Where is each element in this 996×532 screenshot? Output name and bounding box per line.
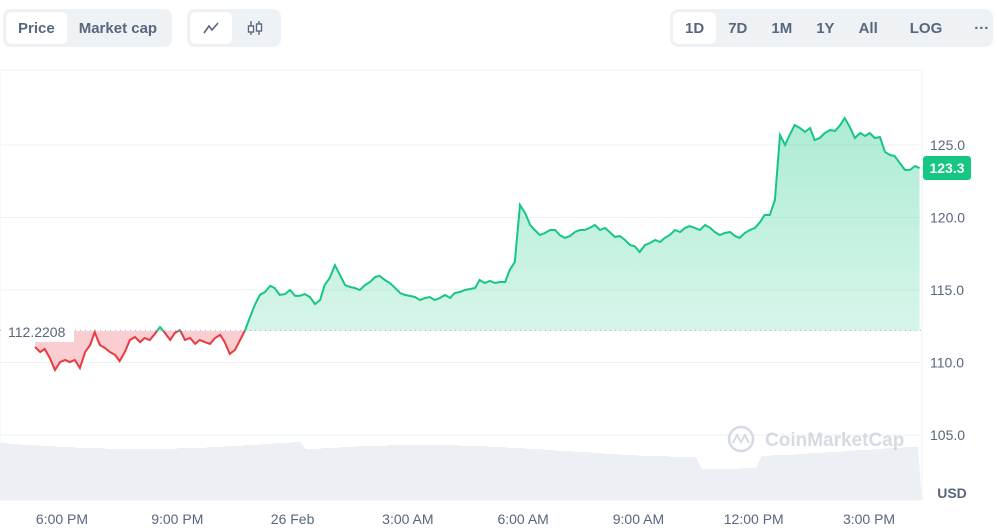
y-tick-label: 125.0: [930, 137, 965, 153]
current-price-label: 123.3: [929, 160, 964, 176]
y-tick-label: 105.0: [930, 427, 965, 443]
price-chart[interactable]: CoinMarketCap 112.2208 105.0 110.0 115.0 12…: [0, 0, 996, 532]
coinmarketcap-logo-icon: [727, 425, 755, 453]
y-tick-label: 110.0: [930, 355, 964, 371]
y-tick-label: 120.0: [930, 210, 965, 226]
x-tick-label: 9:00 AM: [613, 511, 664, 527]
x-tick-label: 6:00 AM: [497, 511, 548, 527]
x-tick-label: 3:00 AM: [382, 511, 433, 527]
reference-price-label: 112.2208: [8, 324, 66, 340]
watermark: CoinMarketCap: [727, 425, 904, 453]
x-tick-label: 9:00 PM: [151, 511, 203, 527]
x-tick-label: 12:00 PM: [724, 511, 784, 527]
x-tick-label: 26 Feb: [271, 511, 315, 527]
x-tick-label: 3:00 PM: [843, 511, 895, 527]
x-tick-label: 6:00 PM: [36, 511, 88, 527]
watermark-text: CoinMarketCap: [765, 430, 904, 451]
currency-label: USD: [937, 485, 967, 501]
y-tick-label: 115.0: [930, 282, 964, 298]
